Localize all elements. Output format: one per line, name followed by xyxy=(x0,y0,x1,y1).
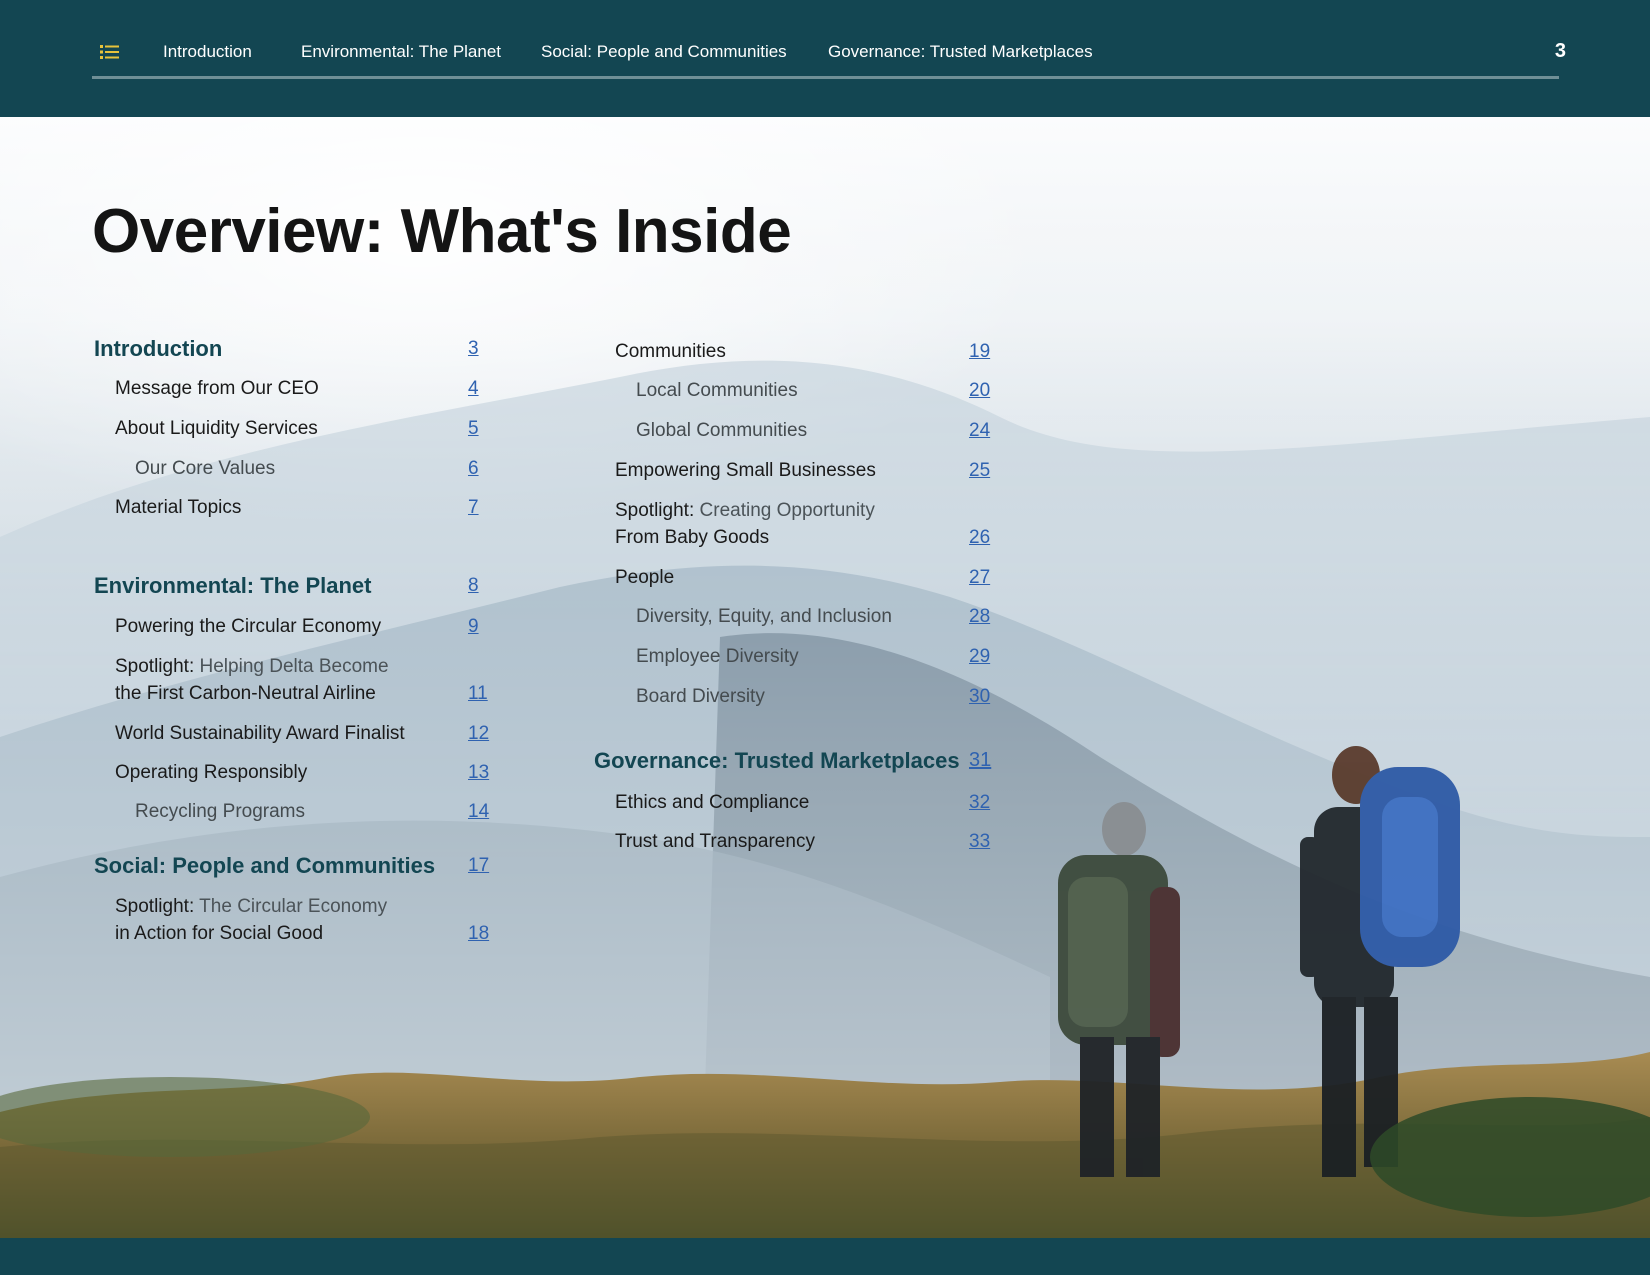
footer-band xyxy=(0,1238,1650,1275)
nav-link-governance[interactable]: Governance: Trusted Marketplaces xyxy=(828,42,1093,62)
page-link[interactable]: 6 xyxy=(468,455,479,482)
spotlight-prefix: Spotlight: xyxy=(115,656,195,677)
page-title: Overview: What's Inside xyxy=(92,197,792,266)
nav-link-social[interactable]: Social: People and Communities xyxy=(541,42,787,62)
page-link[interactable]: 17 xyxy=(468,852,489,879)
spotlight-prefix: Spotlight: xyxy=(615,500,695,521)
page-link[interactable]: 5 xyxy=(468,415,479,442)
page-link[interactable]: 11 xyxy=(468,680,488,707)
page-link[interactable]: 32 xyxy=(969,789,990,816)
page-link[interactable]: 18 xyxy=(468,920,489,947)
spotlight-prefix: Spotlight: xyxy=(115,896,195,917)
page-link[interactable]: 27 xyxy=(969,564,990,591)
page-link[interactable]: 8 xyxy=(468,572,479,599)
page-link[interactable]: 30 xyxy=(969,683,990,710)
page-link[interactable]: 14 xyxy=(468,798,489,825)
page-link[interactable]: 13 xyxy=(468,759,489,786)
page-link[interactable]: 31 xyxy=(969,747,991,774)
nav-link-introduction[interactable]: Introduction xyxy=(163,42,252,62)
page-link[interactable]: 33 xyxy=(969,828,990,855)
page-link[interactable]: 4 xyxy=(468,375,479,402)
list-icon[interactable] xyxy=(100,44,120,60)
page-link[interactable]: 20 xyxy=(969,377,990,404)
page-link[interactable]: 19 xyxy=(969,338,990,365)
page-link[interactable]: 24 xyxy=(969,417,990,444)
page-link[interactable]: 26 xyxy=(969,524,990,551)
page-link[interactable]: 9 xyxy=(468,613,479,640)
page-link[interactable]: 29 xyxy=(969,643,990,670)
page-number: 3 xyxy=(1554,40,1566,62)
nav-link-environmental[interactable]: Environmental: The Planet xyxy=(301,42,501,62)
top-navigation-bar: Introduction Environmental: The Planet S… xyxy=(0,0,1650,117)
page-link[interactable]: 25 xyxy=(969,457,990,484)
page-link[interactable]: 28 xyxy=(969,603,990,630)
nav-divider xyxy=(92,76,1559,79)
page-link[interactable]: 12 xyxy=(468,720,489,747)
page-link[interactable]: 7 xyxy=(468,494,479,521)
page-link[interactable]: 3 xyxy=(468,335,479,362)
